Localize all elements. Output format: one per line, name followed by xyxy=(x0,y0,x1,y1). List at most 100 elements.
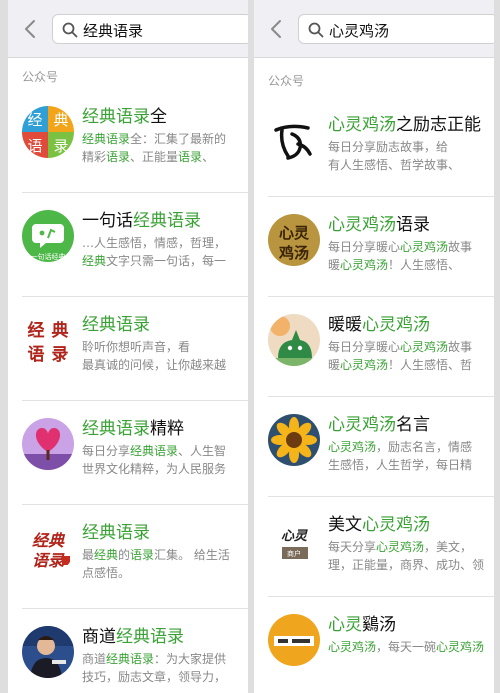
jingdian-logo-avatar: 经 典 语 录 xyxy=(22,106,74,158)
cartoon-creature-avatar xyxy=(268,314,320,366)
title-highlight: 经典语录 xyxy=(82,107,150,127)
keyword-highlight: 心灵鸡汤 xyxy=(340,358,389,372)
brush-glyph-avatar xyxy=(268,114,320,166)
title-text: 名言 xyxy=(396,415,430,435)
description-text: 故事 xyxy=(448,340,473,354)
account-list-item[interactable]: 心灵鸡汤之励志正能每日分享励志故事，给 有人生感悟、哲学故事、 xyxy=(254,96,494,196)
svg-text:录: 录 xyxy=(52,345,69,365)
account-title: 心灵鷄汤 xyxy=(328,610,396,635)
title-highlight: 心灵鸡汤 xyxy=(362,315,430,335)
account-description-line: 每天分享心灵鸡汤，美文， xyxy=(328,538,472,556)
svg-text:语: 语 xyxy=(27,137,42,155)
search-icon xyxy=(308,22,324,38)
description-text: 最 xyxy=(82,548,95,562)
svg-text:心灵: 心灵 xyxy=(279,224,310,242)
account-description-line: 每日分享暖心心灵鸡汤故事 xyxy=(328,238,472,256)
sunflower-avatar xyxy=(268,414,320,466)
account-description-line: 每日分享暖心心灵鸡汤故事 xyxy=(328,338,472,356)
description-text: 每日分享 xyxy=(82,444,131,458)
account-list-item[interactable]: 心灵鸡汤名言 心灵鸡汤，励志名言，情感 生感悟，人生哲学，每日精 xyxy=(254,396,494,496)
account-description-line: …人生感悟，情感，哲理， xyxy=(82,234,226,252)
account-description-line: 暖心灵鸡汤！人生感悟、哲 xyxy=(328,356,472,374)
description-text: 的 xyxy=(118,548,131,562)
description-text: 商道 xyxy=(82,652,107,666)
search-input[interactable]: 经典语录 xyxy=(52,14,248,44)
description-text: ，美文， xyxy=(424,540,473,554)
svg-text:经: 经 xyxy=(28,320,45,341)
keyword-highlight: 经典 xyxy=(94,548,119,562)
description-text: ！人生感悟、 xyxy=(388,258,461,272)
title-highlight: 经典语录 xyxy=(82,523,150,543)
account-description-line: 经典文字只需一句话，每一 xyxy=(82,252,226,270)
description-text: 、人生智 xyxy=(178,444,227,458)
account-description-line: 经典语录全：汇集了最新的 xyxy=(82,130,226,148)
left-search-screen: 经典语录 公众号 经 典 语 录经典语录全 经典语录全：汇集了最新的 精彩语录、正能… xyxy=(8,0,248,693)
row-divider xyxy=(268,296,494,297)
heart-tree-avatar xyxy=(22,418,74,470)
account-list-item[interactable]: 心灵 鸡汤 心灵鸡汤语录 每日分享暖心心灵鸡汤故事 暖心灵鸡汤！人生感悟、 xyxy=(254,196,494,296)
account-description-line: 世界文化精粹，为人民服务 xyxy=(82,460,226,478)
svg-text:语: 语 xyxy=(28,345,45,365)
account-description-line: 理，正能量，商界、成功、领 xyxy=(328,556,484,574)
account-title: 经典语录精粹 xyxy=(82,414,184,439)
title-highlight: 经典语录 xyxy=(82,315,150,335)
calligraphy-red-avatar: 经 典 语 录 xyxy=(22,314,74,366)
account-description-line: 最真诚的问候，让你越来越 xyxy=(82,356,226,374)
description-text: ！人生感悟、哲 xyxy=(388,358,473,372)
title-highlight: 经典语录 xyxy=(133,211,201,231)
account-list-item[interactable]: 一句话经典 一句话经典语录 …人生感悟，情感，哲理， 经典文字只需一句话，每一 xyxy=(8,192,248,292)
search-header: 经典语录 xyxy=(8,0,248,58)
keyword-highlight: 心灵鸡汤 xyxy=(436,640,485,654)
description-text: 世界文化精粹，为人民服务 xyxy=(82,462,227,476)
account-list-item[interactable]: 经典 语录 经典语录 最经典的语录汇集。 给生活 点感悟。 xyxy=(8,504,248,604)
section-label-accounts: 公众号 xyxy=(268,74,305,88)
description-text: 技巧，励志文章，领导力， xyxy=(82,670,227,684)
svg-text:经: 经 xyxy=(27,111,42,129)
account-list-item[interactable]: 经 典 语 录经典语录全 经典语录全：汇集了最新的 精彩语录、正能量语录、 xyxy=(8,88,248,188)
search-input[interactable]: 心灵鸡汤 xyxy=(298,14,494,44)
avatar-caption: 商户 xyxy=(287,550,301,558)
account-description-line: 点感悟。 xyxy=(82,564,130,582)
title-highlight: 经典语录 xyxy=(116,627,184,647)
account-title: 经典语录 xyxy=(82,518,150,543)
soup-logo-avatar xyxy=(268,614,320,666)
account-list-item[interactable]: 心灵鷄汤心灵鸡汤，每天一碗心灵鸡汤 xyxy=(254,596,494,693)
svg-text:语录: 语录 xyxy=(32,551,66,570)
keyword-highlight: 经典语录 xyxy=(106,652,155,666)
back-chevron-icon[interactable] xyxy=(266,18,288,40)
svg-text:典: 典 xyxy=(53,111,68,129)
keyword-highlight: 经典语录 xyxy=(130,444,179,458)
account-title: 经典语录 xyxy=(82,310,150,335)
title-text: 暖暖 xyxy=(328,315,362,335)
keyword-highlight: 经典语录 xyxy=(82,132,131,146)
account-list-item[interactable]: 经 典 语 录经典语录 聆听你想听声音，看 最真诚的问候，让你越来越 xyxy=(8,296,248,396)
row-divider xyxy=(268,496,494,497)
title-text: 语录 xyxy=(396,215,430,235)
description-text: 有人生感悟、哲学故事、 xyxy=(328,158,461,172)
account-description-line: 每日分享励志故事，给 xyxy=(328,138,448,156)
back-chevron-icon[interactable] xyxy=(20,18,42,40)
svg-text:典: 典 xyxy=(52,320,69,341)
account-list-item[interactable]: 经典语录精粹每日分享经典语录、人生智世界文化精粹，为人民服务 xyxy=(8,400,248,500)
search-header: 心灵鸡汤 xyxy=(254,0,494,58)
account-list-item[interactable]: 暖暖心灵鸡汤 每日分享暖心心灵鸡汤故事 暖心灵鸡汤！人生感悟、哲 xyxy=(254,296,494,396)
title-highlight: 心灵鸡汤 xyxy=(328,115,396,135)
row-divider xyxy=(268,396,494,397)
description-text: 最真诚的问候，让你越来越 xyxy=(82,358,227,372)
search-icon xyxy=(62,22,78,38)
svg-text:心灵: 心灵 xyxy=(281,529,308,544)
account-list-item[interactable]: 商道经典语录 商道经典语录：为大家提供 技巧，励志文章，领导力， xyxy=(8,608,248,693)
account-description-line: 暖心灵鸡汤！人生感悟、 xyxy=(328,256,460,274)
account-list-item[interactable]: 心灵 商户 美文心灵鸡汤 每天分享心灵鸡汤，美文， 理，正能量，商界、成功、领 xyxy=(254,496,494,596)
description-text: …人生感悟，情感，哲理， xyxy=(82,236,227,250)
account-description-line: 商道经典语录：为大家提供 xyxy=(82,650,226,668)
account-description-line: 心灵鸡汤，每天一碗心灵鸡汤 xyxy=(328,638,484,656)
keyword-highlight: 心灵鸡汤 xyxy=(340,258,389,272)
description-text: 每日分享励志故事，给 xyxy=(328,140,449,154)
account-title: 一句话经典语录 xyxy=(82,206,201,231)
account-title: 心灵鸡汤之励志正能 xyxy=(328,110,481,135)
title-text: 一句话 xyxy=(82,211,133,231)
title-text: 美文 xyxy=(328,515,362,535)
account-description-line: 聆听你想听声音，看 xyxy=(82,338,190,356)
row-divider xyxy=(22,608,248,609)
